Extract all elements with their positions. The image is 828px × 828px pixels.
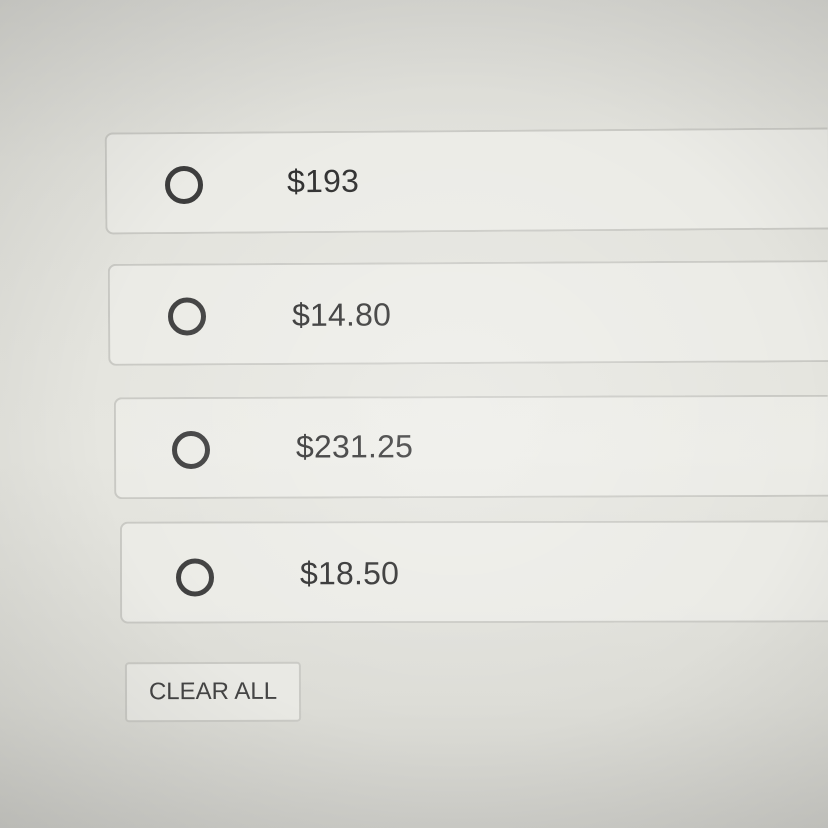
answer-option-4[interactable]: $18.50 bbox=[119, 520, 828, 624]
answer-option-label: $18.50 bbox=[299, 555, 400, 592]
radio-unchecked-icon[interactable] bbox=[171, 430, 211, 470]
clear-all-button[interactable]: CLEAR ALL bbox=[124, 661, 302, 723]
radio-unchecked-icon[interactable] bbox=[164, 165, 204, 205]
answer-option-label: $193 bbox=[286, 162, 360, 200]
answer-options: $193 $14.80 $231.25 $18.50 CLEAR ALL bbox=[0, 0, 828, 828]
answer-option-1[interactable]: $193 bbox=[104, 127, 828, 235]
radio-unchecked-icon[interactable] bbox=[167, 297, 207, 336]
answer-option-label: $14.80 bbox=[291, 296, 392, 333]
answer-option-label: $231.25 bbox=[295, 428, 414, 465]
answer-option-2[interactable]: $14.80 bbox=[107, 260, 828, 366]
answer-option-3[interactable]: $231.25 bbox=[113, 394, 828, 500]
radio-unchecked-icon[interactable] bbox=[175, 558, 215, 597]
